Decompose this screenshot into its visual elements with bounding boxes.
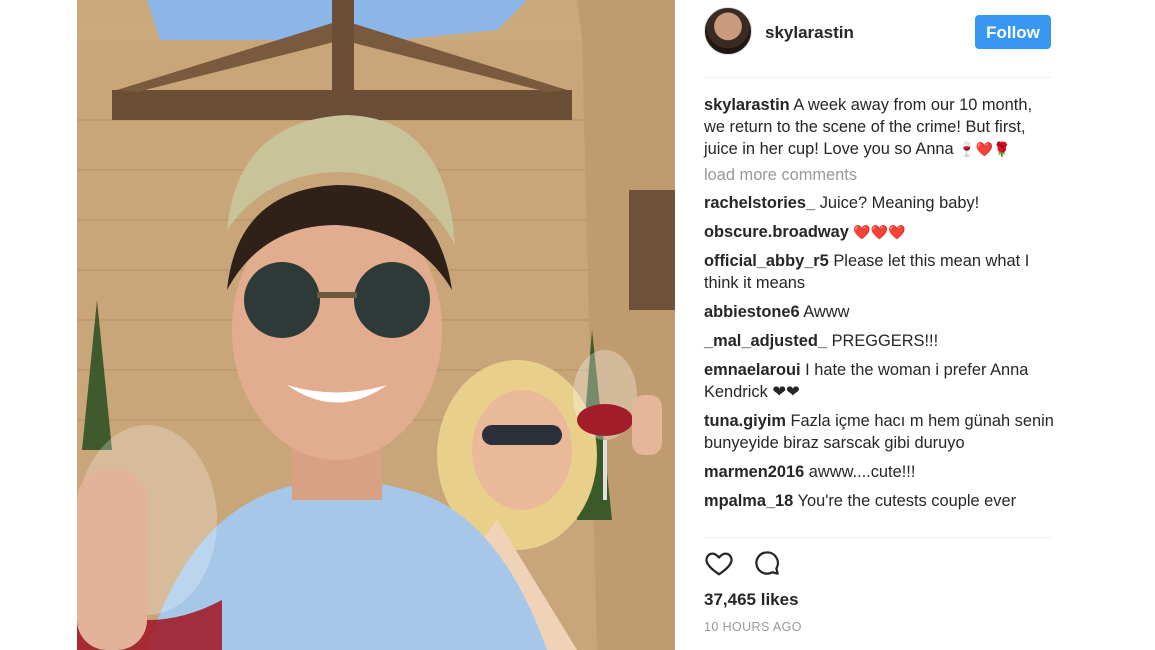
- comment-item: rachelstories_ Juice? Meaning baby!: [704, 192, 1054, 214]
- comment-text: Juice? Meaning baby!: [819, 194, 980, 212]
- comments-list: skylarastin A week away from our 10 mont…: [704, 94, 1054, 519]
- comment-item: obscure.broadway ❤️❤️❤️: [704, 221, 1054, 243]
- comment-text: PREGGERS!!!: [831, 332, 939, 350]
- comment-text: You're the cutests couple ever: [797, 492, 1017, 510]
- comment-item: _mal_adjusted_ PREGGERS!!!: [704, 330, 1054, 352]
- photo-illustration: [77, 0, 675, 650]
- post-photo[interactable]: [77, 0, 675, 650]
- post-header: skylarastin Follow: [704, 7, 1051, 57]
- post-username[interactable]: skylarastin: [765, 23, 854, 43]
- comment-text: awww....cute!!!: [808, 463, 916, 481]
- comment-username[interactable]: official_abby_r5: [704, 252, 829, 270]
- comment-item: tuna.giyim Fazla içme hacı m hem günah s…: [704, 410, 1054, 454]
- comment-text: ❤️❤️❤️: [853, 224, 906, 240]
- comment-username[interactable]: mpalma_18: [704, 492, 793, 510]
- avatar[interactable]: [704, 7, 752, 55]
- header-divider: [704, 77, 1051, 78]
- comment-username[interactable]: emnaelaroui: [704, 361, 801, 379]
- comment-username[interactable]: _mal_adjusted_: [704, 332, 827, 350]
- likes-count[interactable]: 37,465 likes: [704, 590, 799, 610]
- load-more-comments-link[interactable]: load more comments: [704, 164, 1054, 186]
- comment-item: marmen2016 awww....cute!!!: [704, 461, 1054, 483]
- comment-username[interactable]: marmen2016: [704, 463, 804, 481]
- actions-divider: [704, 537, 1051, 538]
- heart-icon[interactable]: [704, 548, 734, 578]
- comment-username[interactable]: obscure.broadway: [704, 223, 849, 241]
- post-caption: skylarastin A week away from our 10 mont…: [704, 94, 1054, 160]
- comment-username[interactable]: rachelstories_: [704, 194, 815, 212]
- comment-text: Awww: [803, 303, 850, 321]
- comment-username[interactable]: abbiestone6: [704, 303, 800, 321]
- comment-item: official_abby_r5 Please let this mean wh…: [704, 250, 1054, 294]
- caption-emoji: 🍷❤️🌹: [958, 141, 1011, 157]
- post-side-panel: skylarastin Follow skylarastin A week aw…: [704, 0, 1054, 650]
- follow-button[interactable]: Follow: [975, 15, 1051, 49]
- comment-bubble-icon[interactable]: [752, 548, 782, 578]
- comment-item: emnaelaroui I hate the woman i prefer An…: [704, 359, 1054, 403]
- post-timestamp[interactable]: 10 HOURS AGO: [704, 620, 802, 634]
- caption-username[interactable]: skylarastin: [704, 96, 790, 114]
- comment-username[interactable]: tuna.giyim: [704, 412, 786, 430]
- comment-item: abbiestone6 Awww: [704, 301, 1054, 323]
- comment-item: mpalma_18 You're the cutests couple ever: [704, 490, 1054, 512]
